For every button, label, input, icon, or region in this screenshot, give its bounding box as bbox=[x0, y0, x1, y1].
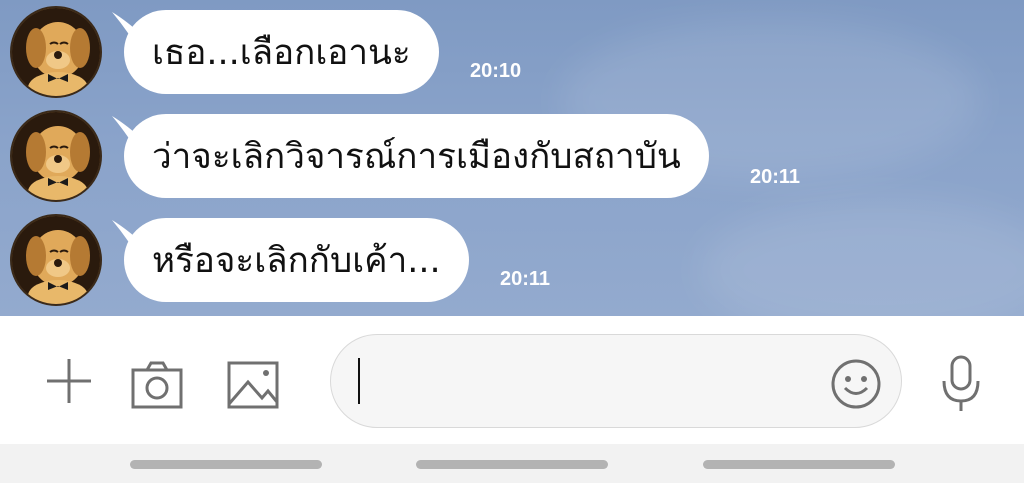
message-row: ว่าจะเลิกวิจารณ์การเมืองกับสถาบัน 20:11 bbox=[0, 104, 1024, 202]
message-text: เธอ...เลือกเอานะ bbox=[152, 32, 411, 73]
emoji-icon[interactable] bbox=[830, 358, 882, 410]
message-row: หรือจะเลิกกับเค้า... 20:11 bbox=[0, 208, 1024, 306]
avatar[interactable] bbox=[10, 6, 102, 98]
message-time: 20:10 bbox=[470, 60, 522, 82]
message-bubble[interactable]: เธอ...เลือกเอานะ bbox=[124, 10, 439, 94]
plus-icon[interactable] bbox=[44, 356, 94, 406]
message-bubble[interactable]: หรือจะเลิกกับเค้า... bbox=[124, 218, 469, 302]
chat-area: เธอ...เลือกเอานะ 20:10 ว่าจะเลิกวิจารณ์ก… bbox=[0, 0, 1024, 316]
message-input[interactable] bbox=[330, 334, 902, 428]
camera-icon[interactable] bbox=[130, 360, 184, 410]
message-text: หรือจะเลิกกับเค้า... bbox=[152, 240, 441, 281]
text-caret bbox=[358, 358, 360, 404]
nav-recent-button[interactable] bbox=[130, 460, 322, 469]
message-row: เธอ...เลือกเอานะ 20:10 bbox=[0, 0, 1024, 98]
message-time: 20:11 bbox=[750, 166, 801, 188]
image-icon[interactable] bbox=[226, 360, 280, 410]
message-text: ว่าจะเลิกวิจารณ์การเมืองกับสถาบัน bbox=[152, 136, 681, 177]
dog-avatar-image bbox=[12, 8, 100, 96]
message-bubble[interactable]: ว่าจะเลิกวิจารณ์การเมืองกับสถาบัน bbox=[124, 114, 709, 198]
avatar[interactable] bbox=[10, 214, 102, 306]
nav-back-button[interactable] bbox=[703, 460, 895, 469]
avatar[interactable] bbox=[10, 110, 102, 202]
message-time: 20:11 bbox=[500, 268, 551, 290]
dog-avatar-image bbox=[12, 112, 100, 200]
dog-avatar-image bbox=[12, 216, 100, 304]
nav-home-button[interactable] bbox=[416, 460, 608, 469]
microphone-icon[interactable] bbox=[940, 355, 982, 413]
